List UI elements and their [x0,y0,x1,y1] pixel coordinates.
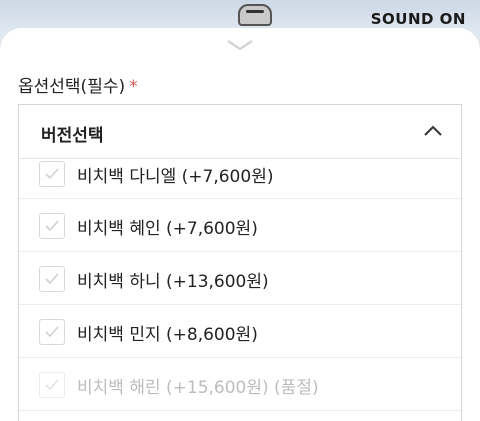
option-label: 비치백 해린 (+15,600원) (품절) [77,378,319,398]
option-label: 비치백 다니엘 (+7,600원) [77,167,274,187]
option-section-title: 옵션선택(필수) [18,77,126,97]
check-icon [45,168,59,180]
option-label: 비치백 하니 (+13,600원) [77,272,269,292]
version-select-title: 버전선택 [41,126,104,146]
bottom-sheet: 옵션선택(필수) * 버전선택 비치백 다니엘 (+7,600원) 비치백 혜인 … [0,28,480,421]
check-icon [45,273,59,285]
option-section-label: 옵션선택(필수) * [18,72,138,97]
option-checkbox[interactable] [39,319,65,345]
option-checkbox-disabled [39,372,65,398]
option-label: 비치백 민지 (+8,600원) [77,325,258,345]
version-option-list: 비치백 다니엘 (+7,600원) 비치백 혜인 (+7,600원) 비치백 하… [19,159,461,411]
sound-on-button[interactable]: SOUND ON [371,10,466,28]
option-item-haerin-soldout: 비치백 해린 (+15,600원) (품절) [19,358,461,411]
chevron-up-icon[interactable] [423,125,443,137]
check-icon [45,379,59,391]
option-item-minji[interactable]: 비치백 민지 (+8,600원) [19,305,461,358]
option-item-hyein[interactable]: 비치백 혜인 (+7,600원) [19,199,461,252]
check-icon [45,220,59,232]
option-checkbox[interactable] [39,266,65,292]
version-select-dropdown: 버전선택 비치백 다니엘 (+7,600원) 비치백 혜인 (+7,600원) [18,104,462,421]
option-checkbox[interactable] [39,213,65,239]
sheet-handle-chevron-down-icon[interactable] [226,38,254,52]
option-item-danielle[interactable]: 비치백 다니엘 (+7,600원) [19,159,461,199]
option-checkbox[interactable] [39,161,65,187]
required-mark: * [129,77,138,97]
banner-character-image [238,4,272,26]
option-label: 비치백 혜인 (+7,600원) [77,219,258,239]
option-item-hanni[interactable]: 비치백 하니 (+13,600원) [19,252,461,305]
check-icon [45,326,59,338]
version-select-header[interactable]: 버전선택 [19,105,461,159]
